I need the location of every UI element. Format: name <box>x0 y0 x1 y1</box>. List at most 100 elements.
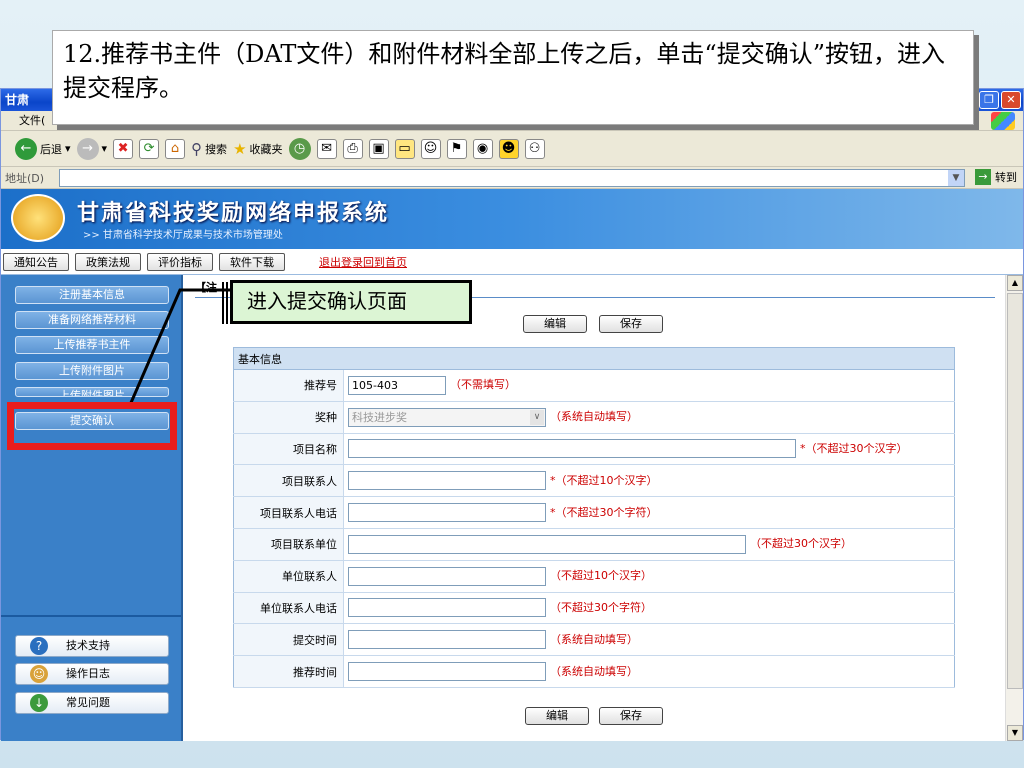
back-arrow-icon: ← <box>15 137 37 160</box>
form-row: 推荐号 105-403 （不需填写） <box>233 369 955 402</box>
nav-downloads[interactable]: 软件下载 <box>219 252 285 271</box>
window-controls: ❐ ✕ <box>979 91 1021 109</box>
form-row: 奖种 科技进步奖 （系统自动填写） <box>233 401 955 434</box>
field-label: 奖种 <box>233 401 344 434</box>
form-row: 单位联系人 （不超过10个汉字） <box>233 560 955 593</box>
field-label: 项目联系人 <box>233 464 344 498</box>
slide-caption: 12.推荐书主件（DAT文件）和附件材料全部上传之后，单击“提交确认”按钮，进入… <box>52 30 974 125</box>
sidebar-item-register[interactable]: 注册基本信息 <box>15 286 169 304</box>
sidebar-item-prepare[interactable]: 准备网络推荐材料 <box>15 311 169 329</box>
callout-accent <box>222 282 228 324</box>
page-content: 甘肃省科技奖励网络申报系统 >> 甘肃省科学技术厅成果与技术市场管理处 通知公告… <box>1 189 1023 741</box>
nav-criteria[interactable]: 评价指标 <box>147 252 213 271</box>
highlight-box <box>7 402 177 450</box>
save-button-bottom[interactable]: 保存 <box>599 707 663 725</box>
field-hint: （系统自动填写） <box>550 664 638 678</box>
site-logo <box>11 194 65 242</box>
globe-icon[interactable]: ◉ <box>472 138 493 159</box>
field-label: 项目名称 <box>233 433 344 466</box>
project-name-field[interactable] <box>348 439 796 459</box>
field-label: 单位联系人 <box>233 560 344 593</box>
field-label: 推荐号 <box>233 369 344 402</box>
forward-arrow-icon: → <box>76 137 99 160</box>
form-row: 项目名称 *（不超过30个汉字） <box>233 433 955 466</box>
users-icon[interactable]: ⚇ <box>524 138 545 159</box>
field-hint: （系统自动填写） <box>550 410 638 424</box>
favorites-button[interactable]: ★ 收藏夹 <box>233 140 282 158</box>
nav-policy[interactable]: 政策法规 <box>75 252 141 271</box>
field-label: 提交时间 <box>233 623 344 657</box>
field-hint: *（不超过10个汉字） <box>550 473 658 487</box>
sidebar: 注册基本信息 准备网络推荐材料 上传推荐书主件 上传附件图片 上传附件图片 提交… <box>1 275 183 741</box>
vertical-scrollbar[interactable]: ▲ ▼ <box>1005 275 1023 741</box>
form-row: 提交时间 （系统自动填写） <box>233 623 955 657</box>
restore-button[interactable]: ❐ <box>979 91 999 109</box>
site-subtitle: >> 甘肃省科学技术厅成果与技术市场管理处 <box>83 230 283 241</box>
sidebar-item-upload-images[interactable]: 上传附件图片 <box>15 362 169 380</box>
edit-icon[interactable]: ▣ <box>368 138 389 159</box>
save-button-top[interactable]: 保存 <box>599 315 663 333</box>
project-unit-field[interactable] <box>348 534 746 554</box>
go-arrow-icon: → <box>975 169 991 185</box>
submit-time-field[interactable] <box>348 630 546 650</box>
project-phone-field[interactable] <box>348 503 546 523</box>
unit-phone-field[interactable] <box>348 598 546 618</box>
address-bar: 地址(D) ▼ → 转到 <box>1 167 1023 189</box>
messenger-icon[interactable]: ☺ <box>420 138 441 159</box>
award-type-select[interactable]: 科技进步奖 <box>348 407 546 427</box>
field-hint: （不需填写） <box>450 378 516 392</box>
smiley-icon[interactable]: ☻ <box>498 138 519 159</box>
recommend-time-field[interactable] <box>348 662 546 682</box>
form-row: 项目联系单位 （不超过30个汉字） <box>233 528 955 561</box>
forward-button[interactable]: → ▾ <box>76 137 107 160</box>
close-button[interactable]: ✕ <box>1001 91 1021 109</box>
windows-logo-icon <box>991 112 1015 130</box>
scroll-thumb[interactable] <box>1007 293 1023 689</box>
site-banner: 甘肃省科技奖励网络申报系统 >> 甘肃省科学技术厅成果与技术市场管理处 <box>1 189 1023 249</box>
sidebar-support[interactable]: ? 技术支持 <box>15 635 169 657</box>
scroll-up-icon[interactable]: ▲ <box>1007 275 1023 291</box>
field-label: 项目联系单位 <box>233 528 344 561</box>
field-label: 项目联系人电话 <box>233 496 344 529</box>
sidebar-faq[interactable]: ↓ 常见问题 <box>15 692 169 714</box>
user-log-icon: ☺ <box>30 665 48 683</box>
site-title: 甘肃省科技奖励网络申报系统 <box>77 201 390 226</box>
menu-file[interactable]: 文件( <box>19 114 45 127</box>
sidebar-item-upload-attach[interactable]: 上传附件图片 <box>15 387 169 397</box>
star-icon: ★ <box>233 139 247 158</box>
field-hint: *（不超过30个汉字） <box>800 441 908 455</box>
edit-button-bottom[interactable]: 编辑 <box>525 707 589 725</box>
browser-toolbar: ← 后退 ▾ → ▾ ✖ ⟳ ⌂ ⚲ 搜索 ★ 收藏夹 ◷ ✉ ⎙ ▣ ▭ ☺ ⚑ ◉… <box>1 131 1023 167</box>
sidebar-log[interactable]: ☺ 操作日志 <box>15 663 169 685</box>
field-hint: （不超过10个汉字） <box>550 569 652 583</box>
section-tab: 【注 <box>195 281 217 294</box>
logout-link[interactable]: 退出登录回到首页 <box>319 254 407 270</box>
tools-icon[interactable]: ⚑ <box>446 138 467 159</box>
edit-button-top[interactable]: 编辑 <box>523 315 587 333</box>
address-label: 地址(D) <box>5 171 45 185</box>
stop-icon[interactable]: ✖ <box>113 138 134 159</box>
print-icon[interactable]: ⎙ <box>342 138 363 159</box>
project-contact-field[interactable] <box>348 471 546 491</box>
back-button[interactable]: ← 后退 ▾ <box>15 137 71 160</box>
note-icon[interactable]: ▭ <box>394 138 415 159</box>
refresh-icon[interactable]: ⟳ <box>139 138 160 159</box>
callout-label: 进入提交确认页面 <box>230 280 472 324</box>
chevron-down-icon[interactable]: ▼ <box>948 170 964 186</box>
history-icon[interactable]: ◷ <box>288 137 311 160</box>
search-icon: ⚲ <box>191 139 203 158</box>
go-button[interactable]: → 转到 <box>975 169 1017 185</box>
scroll-down-icon[interactable]: ▼ <box>1007 725 1023 741</box>
sidebar-item-upload-main[interactable]: 上传推荐书主件 <box>15 336 169 354</box>
address-input[interactable]: ▼ <box>59 169 965 187</box>
mail-icon[interactable]: ✉ <box>316 138 337 159</box>
field-hint: （系统自动填写） <box>550 632 638 646</box>
recommend-no-field[interactable]: 105-403 <box>348 375 446 395</box>
field-hint: （不超过30个汉字） <box>750 537 852 551</box>
unit-contact-field[interactable] <box>348 566 546 586</box>
form-row: 项目联系人电话 *（不超过30个字符） <box>233 496 955 529</box>
nav-notices[interactable]: 通知公告 <box>3 252 69 271</box>
main-panel: 【注 编辑 保存 基本信息 推荐号 105-403 （不需填写） 奖种 科技进步奖… <box>185 275 1005 741</box>
search-button[interactable]: ⚲ 搜索 <box>191 140 227 158</box>
home-icon[interactable]: ⌂ <box>165 138 186 159</box>
